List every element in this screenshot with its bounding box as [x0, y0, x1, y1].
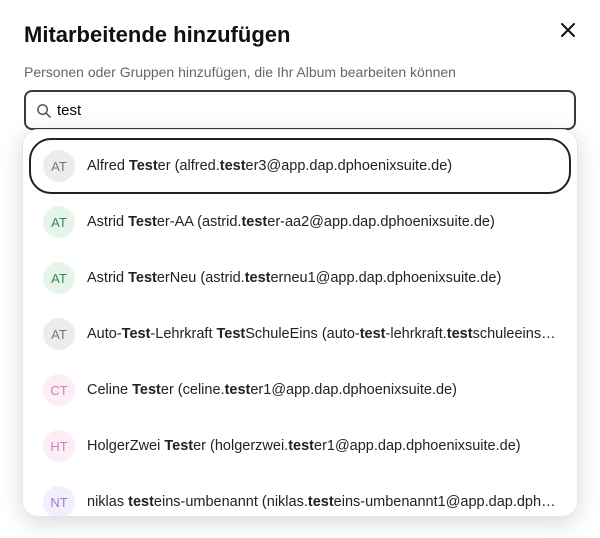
avatar: HT	[43, 430, 75, 462]
suggestion-item[interactable]: AT Astrid Tester-AA (astrid.tester-aa2@ap…	[29, 194, 571, 250]
close-button[interactable]	[556, 18, 580, 42]
suggestion-label: Astrid Tester-AA (astrid.tester-aa2@app.…	[87, 214, 495, 230]
add-collaborators-dialog: Mitarbeitende hinzufügen Personen oder G…	[0, 0, 600, 538]
suggestion-item[interactable]: AT Alfred Tester (alfred.tester3@app.dap.…	[29, 138, 571, 194]
suggestion-label: Alfred Tester (alfred.tester3@app.dap.dp…	[87, 158, 452, 174]
suggestion-label: niklas testeins-umbenannt (niklas.testei…	[87, 494, 557, 510]
search-icon	[36, 103, 51, 118]
suggestions-dropdown: AT Alfred Tester (alfred.tester3@app.dap.…	[22, 129, 578, 517]
suggestion-label: Auto-Test-Lehrkraft TestSchuleEins (auto…	[87, 326, 557, 342]
avatar: AT	[43, 206, 75, 238]
suggestion-label: Celine Tester (celine.tester1@app.dap.dp…	[87, 382, 457, 398]
avatar: NT	[43, 486, 75, 517]
suggestion-item[interactable]: CT Celine Tester (celine.tester1@app.dap.…	[29, 362, 571, 418]
dialog-subtitle: Personen oder Gruppen hinzufügen, die Ih…	[24, 64, 576, 80]
search-field[interactable]	[24, 90, 576, 130]
suggestion-item[interactable]: AT Auto-Test-Lehrkraft TestSchuleEins (au…	[29, 306, 571, 362]
avatar: AT	[43, 150, 75, 182]
suggestion-item[interactable]: HT HolgerZwei Tester (holgerzwei.tester1@…	[29, 418, 571, 474]
suggestion-item[interactable]: NT niklas testeins-umbenannt (niklas.test…	[29, 474, 571, 517]
close-icon	[560, 22, 576, 38]
avatar: AT	[43, 262, 75, 294]
dialog-title: Mitarbeitende hinzufügen	[24, 22, 576, 48]
suggestion-label: Astrid TesterNeu (astrid.testerneu1@app.…	[87, 270, 501, 286]
suggestion-item[interactable]: AT Astrid TesterNeu (astrid.testerneu1@ap…	[29, 250, 571, 306]
avatar: AT	[43, 318, 75, 350]
search-input[interactable]	[57, 102, 564, 119]
suggestion-label: HolgerZwei Tester (holgerzwei.tester1@ap…	[87, 438, 521, 454]
avatar: CT	[43, 374, 75, 406]
